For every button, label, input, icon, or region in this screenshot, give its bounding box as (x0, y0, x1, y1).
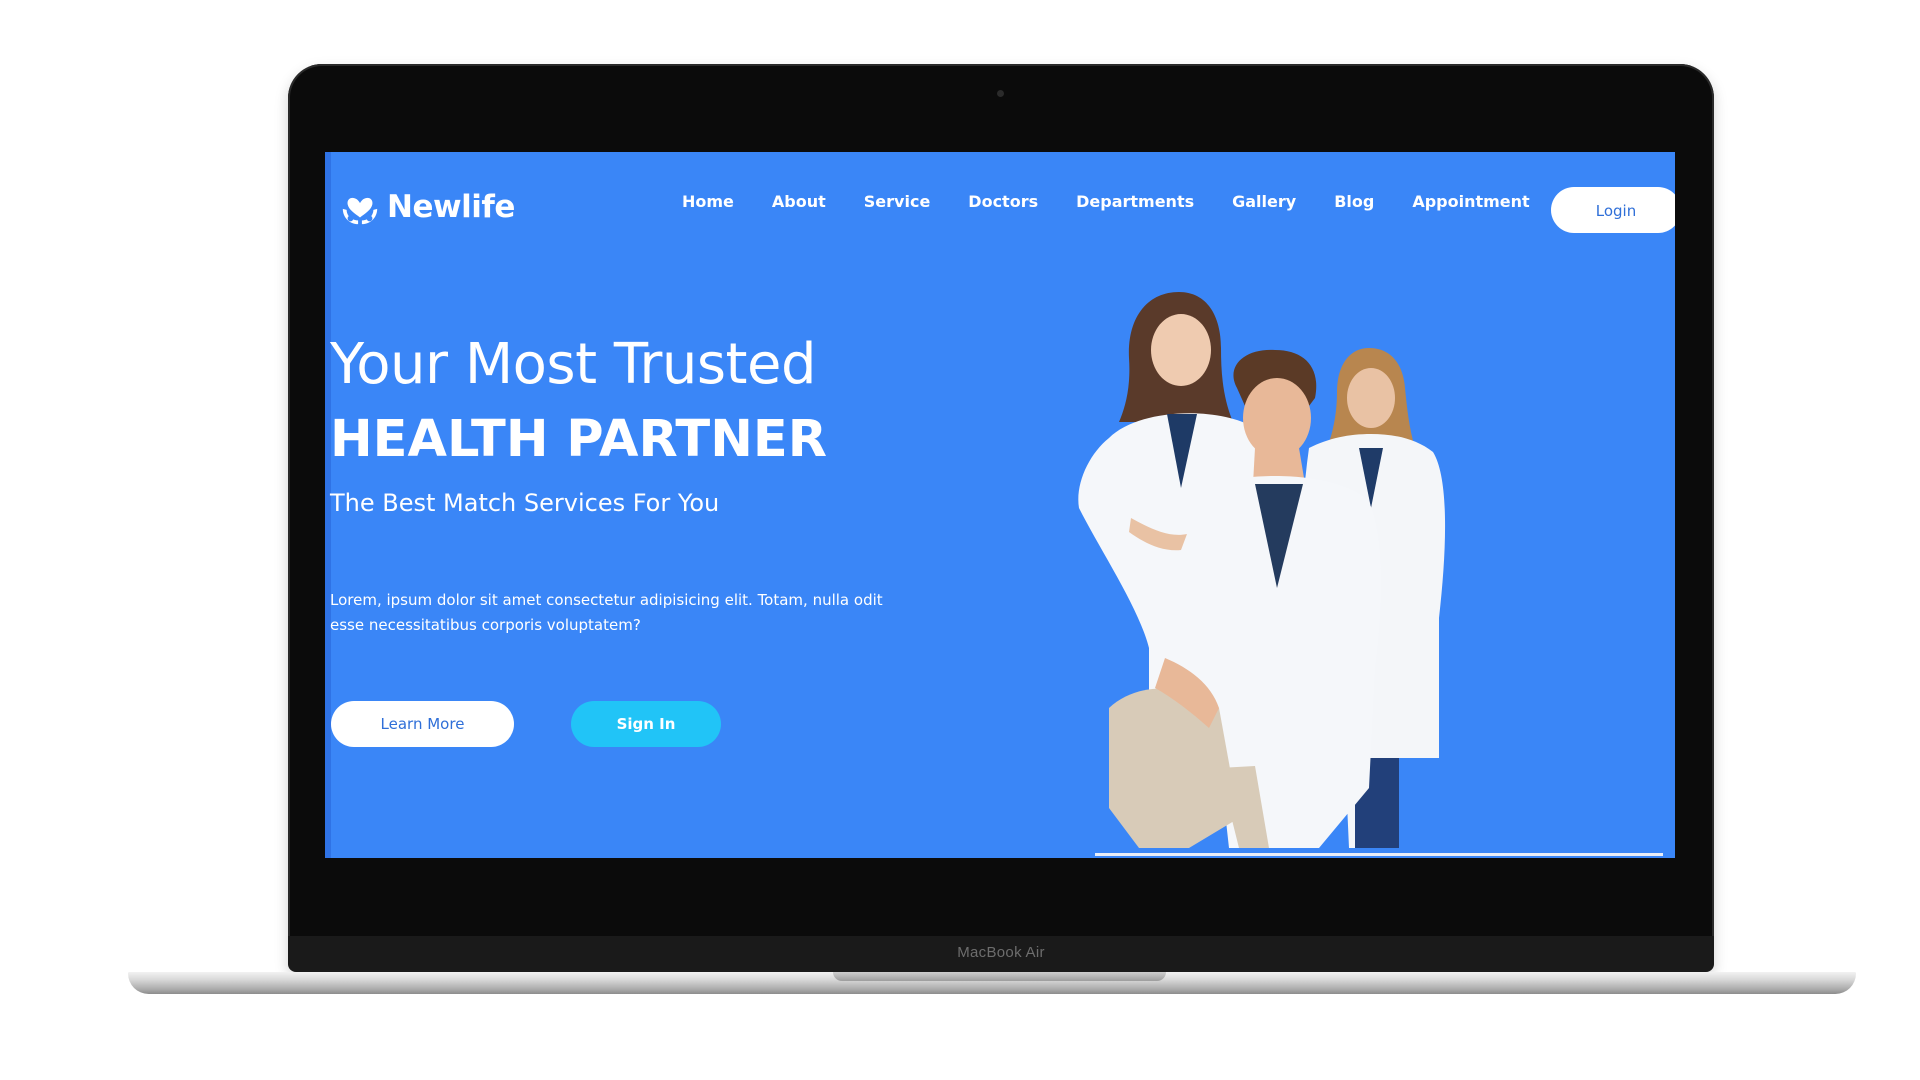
hero-description: Lorem, ipsum dolor sit amet consectetur … (330, 591, 883, 634)
nav-doctors[interactable]: Doctors (949, 190, 1057, 214)
mockup-stage: MacBook Air Newlife Home About Service D… (0, 0, 1920, 1080)
learn-more-button[interactable]: Learn More (331, 701, 514, 747)
sign-in-button[interactable]: Sign In (571, 701, 721, 747)
heart-hands-icon (342, 197, 378, 225)
hero-title-line2: HEALTH PARTNER (330, 410, 828, 469)
camera-icon (997, 90, 1004, 97)
website-screen: Newlife Home About Service Doctors Depar… (325, 152, 1675, 858)
nav-home[interactable]: Home (663, 190, 753, 214)
nav-service[interactable]: Service (845, 190, 950, 214)
screen-bottom-line (1095, 853, 1663, 856)
hero-subtitle: The Best Match Services For You (330, 489, 720, 517)
logo-text: Newlife (387, 189, 515, 225)
hero-title-line1: Your Most Trusted (330, 332, 816, 397)
main-nav: Home About Service Doctors Departments G… (663, 190, 1549, 214)
nav-gallery[interactable]: Gallery (1213, 190, 1315, 214)
nav-blog[interactable]: Blog (1315, 190, 1393, 214)
laptop-brand-label: MacBook Air (957, 944, 1045, 961)
nav-about[interactable]: About (753, 190, 845, 214)
laptop-notch (833, 972, 1166, 981)
login-button[interactable]: Login (1551, 187, 1675, 233)
nav-departments[interactable]: Departments (1057, 190, 1213, 214)
site-logo[interactable]: Newlife (339, 186, 515, 228)
nav-appointment[interactable]: Appointment (1393, 190, 1548, 214)
doctors-photo (1078, 292, 1446, 848)
